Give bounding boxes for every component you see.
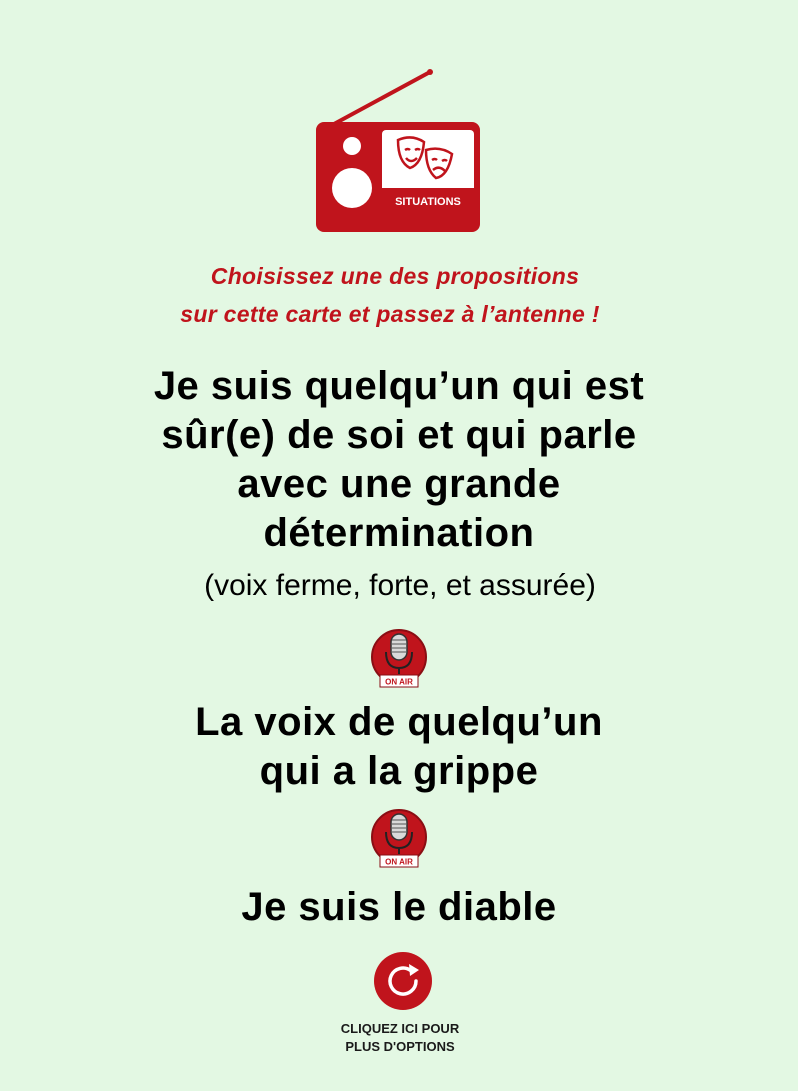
radio-label: SITUATIONS — [395, 196, 461, 208]
on-air-microphone-icon: ON AIR — [371, 809, 427, 868]
proposal-2-line-1: La voix de quelqu’un — [195, 700, 603, 744]
proposal-1-note: (voix ferme, forte, et assurée) — [204, 569, 596, 602]
instruction-line-2: sur cette carte et passez à l’antenne ! — [180, 301, 600, 327]
on-air-microphone-icon: ON AIR — [371, 629, 427, 688]
on-air-label: ON AIR — [385, 678, 413, 687]
instruction-line-1: Choisissez une des propositions — [210, 263, 580, 289]
refresh-icon[interactable] — [372, 950, 434, 1012]
proposal-1-line-2: sûr(e) de soi et qui parle — [161, 413, 637, 457]
more-options-line-1: CLIQUEZ ICI POUR — [340, 1021, 460, 1036]
on-air-label: ON AIR — [385, 858, 413, 867]
proposal-1-line-1: Je suis quelqu’un qui est — [153, 364, 645, 408]
proposal-2[interactable]: La voix de quelqu’un qui a la grippe — [90, 698, 708, 796]
more-options-line-2: PLUS D'OPTIONS — [345, 1039, 455, 1054]
proposal-2-line-2: qui a la grippe — [259, 749, 539, 793]
proposal-1-line-3: avec une grande — [237, 462, 561, 506]
proposal-1[interactable]: Je suis quelqu’un qui est sûr(e) de soi … — [90, 362, 708, 558]
proposal-1-line-4: détermination — [263, 511, 535, 555]
more-options-link[interactable]: CLIQUEZ ICI POUR PLUS D'OPTIONS — [300, 1020, 500, 1056]
radio-situations-icon: SITUATIONS — [316, 69, 480, 232]
proposal-3-line-1: Je suis le diable — [241, 885, 557, 929]
proposal-3[interactable]: Je suis le diable — [90, 883, 708, 932]
